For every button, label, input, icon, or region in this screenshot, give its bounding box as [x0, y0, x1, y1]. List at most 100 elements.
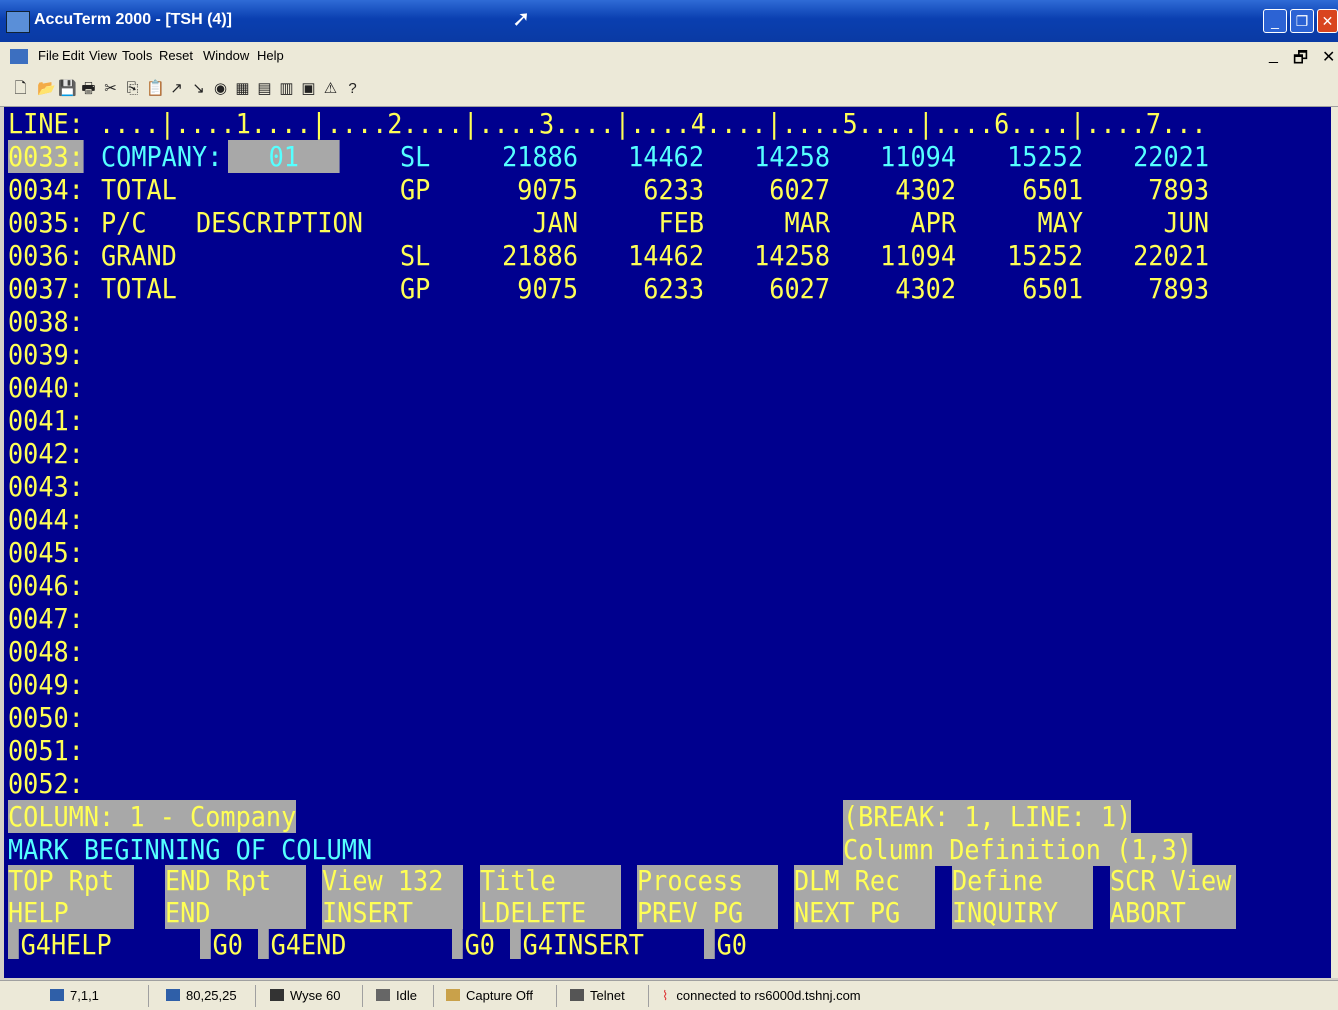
line-number: 0041: — [8, 404, 84, 437]
title-bar[interactable]: AccuTerm 2000 - [TSH (4)] ➚ _ ❐ ✕ — [0, 0, 1338, 42]
menu-view[interactable]: View — [89, 48, 117, 63]
capture-icon — [446, 989, 460, 1001]
row-value: 9075 — [517, 272, 578, 305]
row-label: GRAND — [101, 239, 177, 272]
fkey-label: END Rpt — [165, 864, 272, 897]
row-value: 6027 — [769, 272, 830, 305]
fkey-title-ldelete[interactable]: Title LDELETE — [480, 865, 621, 929]
record-icon[interactable]: ▦ — [234, 80, 251, 97]
menu-file[interactable]: File — [38, 48, 59, 63]
terminal-screen[interactable]: LINE: ....|....1....|....2....|....3....… — [4, 107, 1334, 978]
line-number: 0035: — [8, 206, 84, 239]
script-icon[interactable]: ▣ — [300, 80, 317, 97]
fkey-process-prevpg[interactable]: Process PREV PG — [637, 865, 778, 929]
g4-marker — [704, 929, 715, 959]
restore-button[interactable]: ❐ — [1290, 9, 1314, 33]
fkey-top-rpt-help[interactable]: TOP Rpt HELP — [8, 865, 134, 929]
column-definition: Column Definition (1,3) — [843, 833, 1192, 866]
g4-label: G0 — [716, 928, 747, 961]
g0-marker: G0 — [704, 929, 747, 961]
upload-icon[interactable]: ↗ — [168, 80, 185, 97]
status-divider — [148, 985, 149, 1007]
g4-label: G4HELP — [20, 928, 112, 961]
minimize-button[interactable]: _ — [1263, 9, 1287, 33]
fkey-label: Title — [480, 864, 556, 897]
menu-window[interactable]: Window — [203, 48, 249, 63]
g0-marker: G0 — [452, 929, 495, 961]
row-value: 15252 — [1007, 239, 1083, 272]
printer-status[interactable]: Idle — [376, 988, 417, 1003]
copy-icon[interactable]: ⎘ — [124, 80, 141, 97]
mdi-close-button[interactable]: ✕ — [1322, 47, 1335, 67]
month-header: APR — [910, 206, 956, 239]
status-printer: Idle — [396, 988, 417, 1003]
close-button[interactable]: ✕ — [1317, 9, 1338, 33]
connection-icon: ⌇ — [662, 988, 669, 1003]
line-number: 0037: — [8, 272, 84, 305]
protocol-status[interactable]: Telnet — [570, 988, 625, 1003]
document-icon[interactable] — [10, 49, 28, 64]
month-header: JAN — [532, 206, 578, 239]
capture-status[interactable]: Capture Off — [446, 988, 533, 1003]
vertical-scrollbar[interactable] — [1331, 107, 1338, 978]
fkey-end-rpt-end[interactable]: END Rpt END — [165, 865, 306, 929]
menu-bar: File Edit View Tools Reset Window Help _… — [0, 42, 1338, 73]
fkey-dlmrec-nextpg[interactable]: DLM Rec NEXT PG — [794, 865, 935, 929]
playback-icon[interactable]: ▤ — [256, 80, 273, 97]
row-code: GP — [400, 173, 431, 206]
fkey-label: HELP — [8, 896, 69, 929]
help-icon[interactable]: ? — [344, 80, 361, 97]
row-label: TOTAL — [101, 272, 177, 305]
row-code: SL — [400, 140, 431, 173]
mdi-restore-button[interactable]: 🗗 — [1293, 47, 1308, 74]
row-value: 6027 — [769, 173, 830, 206]
g4-marker — [452, 929, 463, 959]
row-value: 11094 — [880, 140, 956, 173]
fkey-label: TOP Rpt — [8, 864, 115, 897]
row-value: 6233 — [643, 173, 704, 206]
status-divider — [433, 985, 434, 1007]
fkey-define-inquiry[interactable]: Define INQUIRY — [952, 865, 1093, 929]
open-icon[interactable]: 📂 — [37, 80, 56, 97]
cut-icon[interactable]: ✂ — [102, 80, 119, 97]
line-number: 0040: — [8, 371, 84, 404]
new-icon[interactable]: 🗋 — [12, 80, 29, 97]
download-icon[interactable]: ↘ — [190, 80, 207, 97]
menu-edit[interactable]: Edit — [62, 48, 84, 63]
g4-help: G4HELP — [8, 929, 112, 961]
printer-icon[interactable]: ▥ — [278, 80, 295, 97]
row-label: COMPANY: — [101, 140, 223, 173]
row-value: 7893 — [1148, 272, 1209, 305]
status-emulation: Wyse 60 — [290, 988, 341, 1003]
row-value: 22021 — [1133, 140, 1209, 173]
fkey-label: NEXT PG — [794, 896, 901, 929]
toolbar: 🗋 📂 💾 🖶 ✂ ⎘ 📋 ↗ ↘ ◉ ▦ ▤ ▥ ▣ ⚠ ? — [0, 72, 1338, 107]
emulation[interactable]: Wyse 60 — [270, 988, 340, 1003]
paste-icon[interactable]: 📋 — [146, 80, 165, 97]
app-icon[interactable] — [6, 11, 30, 33]
row-value: 14462 — [628, 239, 704, 272]
window-title: AccuTerm 2000 - [TSH (4)] — [34, 11, 232, 28]
status-divider — [648, 985, 649, 1007]
line-number: 0033: — [8, 140, 84, 173]
status-size: 80,25,25 — [186, 988, 237, 1003]
printer-icon — [376, 989, 390, 1001]
save-icon[interactable]: 💾 — [58, 80, 77, 97]
mdi-minimize-button[interactable]: _ — [1269, 47, 1278, 65]
line-number: 0038: — [8, 305, 84, 338]
company-field[interactable]: 01 — [228, 140, 340, 173]
row-value: 14462 — [628, 140, 704, 173]
menu-help[interactable]: Help — [257, 48, 284, 63]
line-number: 0034: — [8, 173, 84, 206]
terminal-icon — [50, 989, 64, 1001]
scan-icon[interactable]: ⚠ — [322, 80, 339, 97]
row-value: 22021 — [1133, 239, 1209, 272]
menu-tools[interactable]: Tools — [122, 48, 152, 63]
mark-prompt: MARK BEGINNING OF COLUMN — [8, 833, 373, 866]
print-icon[interactable]: 🖶 — [80, 80, 97, 97]
menu-reset[interactable]: Reset — [159, 48, 193, 63]
fkey-scrview-abort[interactable]: SCR View ABORT — [1110, 865, 1236, 929]
capture-icon[interactable]: ◉ — [212, 80, 229, 97]
status-bar: 7,1,1 80,25,25 Wyse 60 Idle Capture Off … — [0, 980, 1338, 1010]
fkey-view132-insert[interactable]: View 132 INSERT — [322, 865, 463, 929]
